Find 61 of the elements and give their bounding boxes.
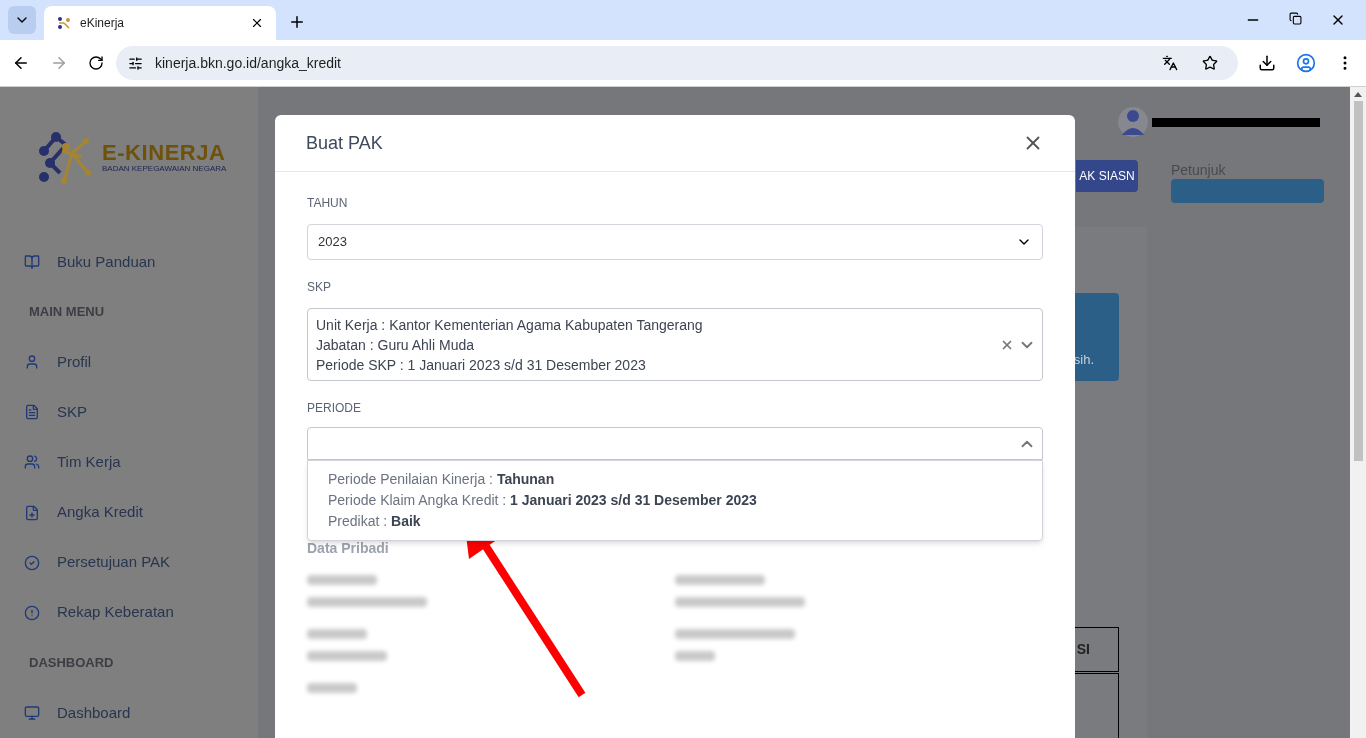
sidebar-link[interactable]: Dashboard — [57, 701, 131, 725]
tab-title: eKinerja — [80, 15, 126, 32]
book-icon — [24, 254, 40, 271]
users-icon — [24, 454, 40, 471]
scrollbar-thumb[interactable] — [1353, 101, 1363, 461]
sidebar-link[interactable]: Profil — [57, 351, 92, 374]
browser-tab[interactable]: eKinerja — [44, 6, 276, 40]
field-label: PERIODE — [307, 400, 362, 417]
blurred-text — [675, 651, 715, 661]
sidebar-link[interactable]: Buku Panduan — [57, 250, 156, 274]
skp-select[interactable]: Unit Kerja : Kantor Kementerian Agama Kabupaten Tangerang Jabatan : Guru Ahli Muda Periode SKP : 1 Januari 2023 s/d 31 Desember 2023 — [307, 308, 1043, 381]
skp-line: Unit Kerja : Kantor Kementerian Agama Kabupaten Tangerang — [316, 315, 704, 335]
back-icon[interactable] — [12, 54, 30, 72]
blurred-text — [307, 683, 357, 693]
url-text: kinerja.bkn.go.id/angka_kredit — [155, 53, 342, 73]
blurred-text — [307, 575, 377, 585]
table-header-text: SI — [1076, 640, 1090, 659]
address-bar[interactable]: kinerja.bkn.go.id/angka_kredit — [116, 46, 1238, 80]
site-settings-icon[interactable] — [128, 55, 143, 71]
restore-icon[interactable] — [1289, 12, 1302, 25]
scroll-up-icon[interactable] — [1354, 92, 1362, 97]
bookmark-star-icon[interactable] — [1202, 55, 1218, 71]
sidebar-link[interactable]: Tim Kerja — [57, 451, 121, 474]
logo-subtitle: BADAN KEPEGAWAIAN NEGARA — [102, 164, 227, 174]
blurred-text — [307, 629, 367, 639]
new-tab-icon[interactable] — [288, 13, 306, 31]
reload-icon[interactable] — [88, 55, 104, 71]
notice-text: sih. — [1073, 350, 1094, 369]
option-line: Predikat : Baik — [328, 512, 422, 531]
logo-icon — [56, 15, 72, 31]
skp-line: Jabatan : Guru Ahli Muda — [316, 335, 475, 355]
field-label: TAHUN — [307, 195, 349, 212]
year-select[interactable]: 2023 — [307, 224, 1043, 260]
translate-icon[interactable] — [1162, 55, 1178, 71]
alert-circle-icon — [24, 604, 40, 621]
check-circle-icon — [24, 554, 40, 571]
dropdown-option[interactable]: Periode Penilaian Kinerja : Tahunan Periode Klaim Angka Kredit : 1 Januari 2023 s/d 31 Desember 2023 Predikat : Baik — [307, 460, 1043, 541]
close-icon[interactable] — [250, 16, 264, 30]
sidebar-link[interactable]: Rekap Keberatan — [57, 601, 174, 624]
siasn-button[interactable]: AK SIASN — [1076, 160, 1138, 192]
field-label: SKP — [307, 279, 332, 296]
profile-icon[interactable] — [1296, 53, 1316, 73]
avatar-icon — [1118, 105, 1148, 139]
option-line: Periode Klaim Angka Kredit : 1 Januari 2023 s/d 31 Desember 2023 — [328, 491, 758, 510]
user-icon — [24, 354, 40, 371]
document-icon — [24, 404, 40, 421]
tab-list-button[interactable] — [8, 6, 36, 34]
logo-title: E-KINERJA — [102, 142, 227, 164]
file-plus-icon — [24, 504, 40, 521]
modal-title: Buat PAK — [306, 131, 384, 155]
forward-icon[interactable] — [50, 54, 68, 72]
skp-line: Periode SKP : 1 Januari 2023 s/d 31 Desember 2023 — [316, 355, 647, 375]
sidebar-link[interactable]: Persetujuan PAK — [57, 551, 171, 574]
sidebar-link[interactable]: SKP — [57, 401, 87, 424]
download-icon[interactable] — [1258, 54, 1276, 72]
sidebar-link[interactable]: Angka Kredit — [57, 501, 143, 524]
option-line: Periode Penilaian Kinerja : Tahunan — [328, 470, 556, 489]
monitor-icon — [24, 704, 40, 721]
menu-heading: MAIN MENU — [29, 303, 106, 322]
section-title: Data Pribadi — [307, 539, 390, 558]
menu-heading: DASHBOARD — [29, 654, 115, 673]
